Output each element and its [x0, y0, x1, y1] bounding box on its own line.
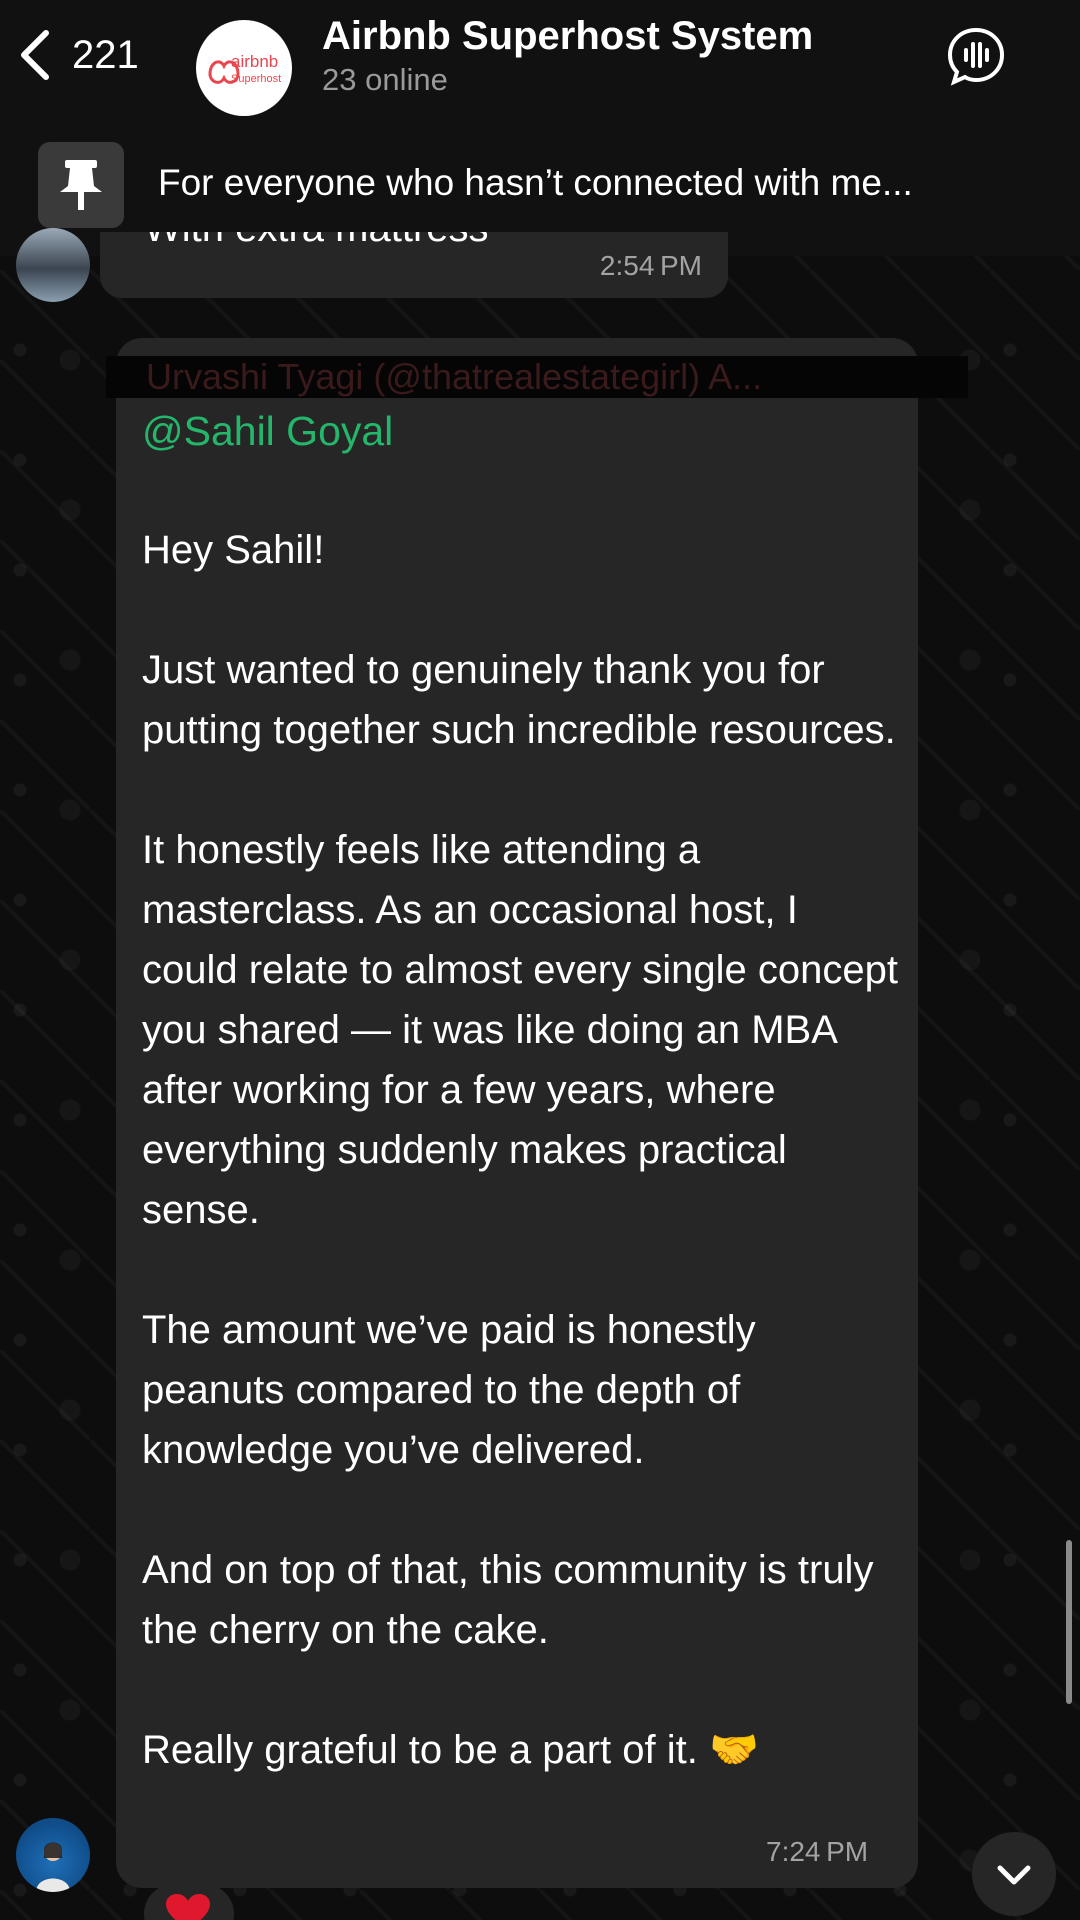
scrollbar[interactable]	[1066, 1540, 1072, 1704]
chat-header: 221 airbnb Superhost Airbnb Superhost Sy…	[0, 0, 1080, 118]
avatar[interactable]	[16, 1818, 90, 1892]
voice-chat-icon[interactable]	[944, 24, 1008, 88]
pin-icon-box	[38, 142, 124, 228]
chevron-down-icon	[997, 1865, 1031, 1885]
group-avatar[interactable]: airbnb Superhost	[196, 20, 292, 116]
quoted-reply-bar[interactable]: Urvashi Tyagi (@thatrealestategirl) A...	[106, 356, 968, 398]
heart-icon	[166, 1894, 210, 1920]
avatar[interactable]	[16, 228, 90, 302]
back-button[interactable]: 221	[14, 20, 139, 90]
message-time: 7:24 PM	[766, 1836, 869, 1867]
chat-screen: 221 airbnb Superhost Airbnb Superhost Sy…	[0, 0, 1080, 1920]
scroll-down-button[interactable]	[972, 1832, 1056, 1916]
profile-photo	[36, 1842, 70, 1892]
quoted-sender: Urvashi Tyagi (@thatrealestategirl) A...	[146, 356, 763, 397]
message-text: Hey Sahil! Just wanted to genuinely than…	[142, 528, 898, 1772]
previous-message-time: 2:54 PM	[599, 250, 702, 281]
online-status: 23 online	[322, 62, 448, 97]
previous-message-text: With extra mattress	[144, 232, 489, 251]
airbnb-logo-icon: airbnb Superhost	[208, 52, 281, 85]
group-title[interactable]: Airbnb Superhost System	[322, 14, 813, 59]
logo-subtext: Superhost	[231, 73, 281, 85]
chevron-left-icon	[21, 30, 49, 80]
pin-icon	[60, 160, 102, 210]
mention-link[interactable]: @Sahil Goyal	[142, 408, 393, 455]
pinned-text: For everyone who hasn’t connected with m…	[158, 162, 913, 203]
logo-text: airbnb	[231, 52, 278, 71]
previous-message-bubble[interactable]: With extra mattress 2:54 PM	[100, 232, 728, 298]
unread-count: 221	[72, 32, 139, 77]
